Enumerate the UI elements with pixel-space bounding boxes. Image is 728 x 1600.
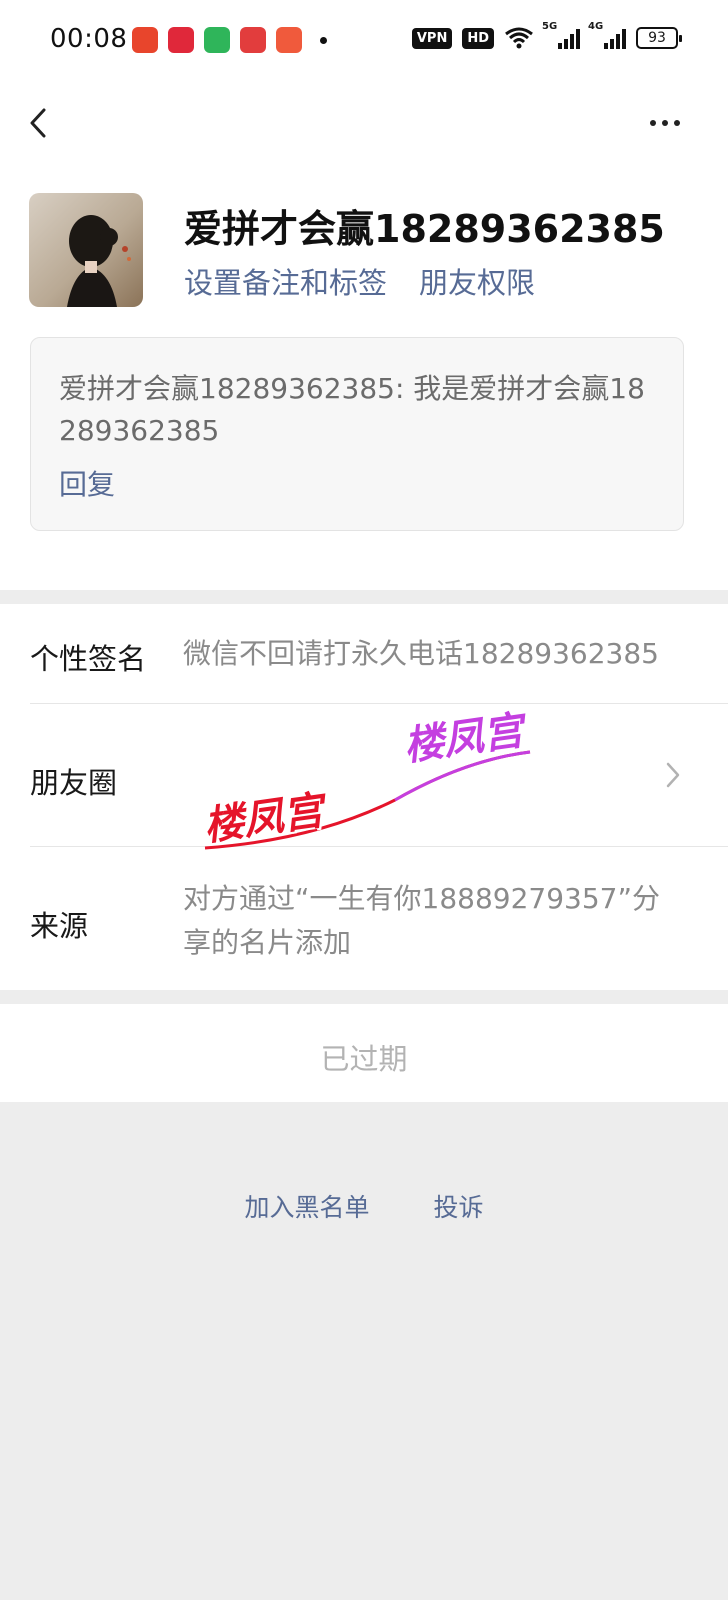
app-icon-1 bbox=[132, 27, 158, 53]
info-section: 个性签名 微信不回请打永久电话18289362385 朋友圈 来源 对方通过“一… bbox=[0, 604, 728, 990]
more-dots-icon[interactable] bbox=[650, 120, 680, 126]
hd-badge: HD bbox=[462, 27, 494, 49]
status-bar: 00:08 VPN HD 5G 4G 93 bbox=[0, 0, 728, 84]
avatar[interactable] bbox=[29, 193, 143, 307]
signature-row: 个性签名 微信不回请打永久电话18289362385 bbox=[0, 604, 728, 704]
signature-label: 个性签名 bbox=[30, 642, 147, 676]
chevron-left-icon[interactable] bbox=[26, 108, 52, 138]
wifi-icon bbox=[505, 27, 533, 49]
friend-permission-link[interactable]: 朋友权限 bbox=[419, 260, 535, 302]
signal-5g-label: 5G bbox=[542, 21, 558, 32]
reply-link[interactable]: 回复 bbox=[59, 463, 115, 503]
moments-row[interactable]: 朋友圈 bbox=[0, 704, 728, 847]
source-label: 来源 bbox=[30, 909, 89, 943]
signal-4g-label: 4G bbox=[588, 21, 604, 32]
profile-section: 爱拼才会赢18289362385 设置备注和标签 朋友权限 爱拼才会赢18289… bbox=[0, 160, 728, 590]
add-to-blacklist-link[interactable]: 加入黑名单 bbox=[245, 1193, 370, 1222]
contact-name: 爱拼才会赢18289362385 bbox=[184, 207, 665, 251]
app-icon-2 bbox=[168, 27, 194, 53]
moments-label: 朋友圈 bbox=[30, 766, 118, 800]
source-row: 来源 对方通过“一生有你18889279357”分享的名片添加 bbox=[0, 847, 728, 990]
friend-request-message: 爱拼才会赢18289362385: 我是爱拼才会赢18289362385 回复 bbox=[30, 337, 684, 531]
vpn-badge: VPN bbox=[411, 27, 453, 49]
signal-5g-icon: 5G bbox=[542, 21, 580, 49]
more-notifications-dot bbox=[320, 36, 327, 44]
status-indicators: VPN HD 5G 4G 93 bbox=[411, 21, 682, 50]
battery-icon: 93 bbox=[636, 27, 682, 49]
request-message-text: 爱拼才会赢18289362385: 我是爱拼才会赢18289362385 bbox=[59, 372, 645, 447]
expired-button[interactable]: 已过期 bbox=[0, 1004, 728, 1102]
signal-4g-icon: 4G bbox=[588, 21, 626, 49]
expired-label: 已过期 bbox=[320, 1042, 408, 1076]
app-icon-5 bbox=[276, 27, 302, 53]
signature-value: 微信不回请打永久电话18289362385 bbox=[183, 637, 659, 670]
app-icon-3 bbox=[204, 27, 230, 53]
bottom-links: 加入黑名单 投诉 bbox=[0, 1188, 728, 1224]
chevron-right-icon bbox=[666, 762, 680, 788]
profile-actions: 设置备注和标签 朋友权限 bbox=[184, 260, 535, 302]
status-time: 00:08 bbox=[50, 24, 128, 54]
top-nav bbox=[0, 84, 728, 160]
complain-link[interactable]: 投诉 bbox=[433, 1193, 483, 1222]
notification-icons bbox=[132, 27, 327, 53]
app-icon-4 bbox=[240, 27, 266, 53]
set-remark-link[interactable]: 设置备注和标签 bbox=[184, 260, 387, 302]
source-value: 对方通过“一生有你18889279357”分享的名片添加 bbox=[183, 882, 660, 959]
